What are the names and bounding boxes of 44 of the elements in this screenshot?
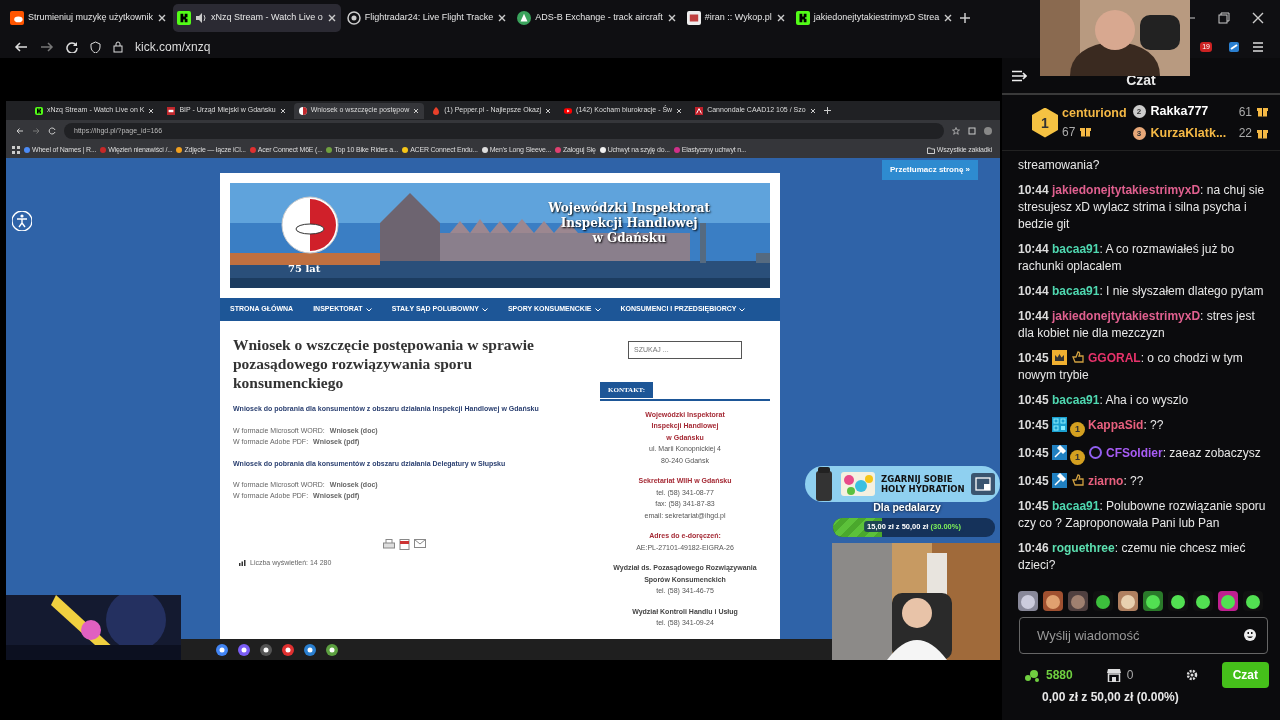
coin-badge: 1 [1070, 450, 1086, 465]
rank-badge: 2 [1132, 105, 1146, 119]
chat-message: 10:45 1 KappaSid: ?? [1018, 417, 1268, 437]
page-title: Wniosek o wszczęcie postępowania w sprawie pozasądowego rozwiązywania sporu konsumenckiego [233, 335, 535, 392]
chat-message: 10:45 bacaa91: Aha i co wyszlo [1018, 392, 1190, 409]
chat-message: 10:45 ziarno: ?? [1018, 473, 1145, 490]
chat-message: 10:46 roguethree: czemu nie chcesz mieć dzieci? [1018, 540, 1247, 574]
gift-count: 61 [1238, 103, 1252, 121]
chat-message: 10:44 bacaa91: I nie słyszałem dlatego pytam [1018, 283, 1265, 300]
ad-text: ZGARNIJ SOBIE [881, 474, 954, 484]
gift-count: 67 [1062, 123, 1076, 141]
coin-badge: 1 [1070, 422, 1086, 437]
translate-button[interactable]: Przetłumacz stronę » [881, 160, 978, 180]
points-count: 5880 [1046, 667, 1073, 684]
goal-title: Dla pedalarzy [872, 500, 942, 515]
banner-title: Wojewódzki Inspektorat [548, 201, 710, 216]
chat-message: 10:44 jakiedonejtytakiestrimyxD: stres jest dla kobiet nie dla mezczyzn [1018, 308, 1256, 342]
username: centuriond [1062, 105, 1127, 123]
chat-message: 10:44 jakiedonejtytakiestrimyxD: na chuj sie stresujesz xD wylacz strima i silna psycha i bedzie git [1018, 182, 1266, 233]
username: Rakka777 [1150, 103, 1210, 121]
rank-badge: 3 [1132, 126, 1146, 140]
chat-message: 10:45 GGORAL: o co chodzi w tym nowym trybie [1018, 350, 1244, 384]
anniversary-text: 75 lat [288, 262, 321, 276]
banner-title: w Gdańsku [591, 231, 667, 246]
browser-tab[interactable]: Strumieniuj muzykę użytkownik [6, 4, 172, 32]
browser-tab[interactable]: xNzq Stream - Watch Live o [173, 4, 341, 32]
chat-message: 10:45 1 CFSoldier: zaeaz zobaczysz [1018, 445, 1268, 465]
browser-tab[interactable]: ADS-B Exchange - track aircraft [513, 4, 681, 32]
chat-message: 10:45 bacaa91: Polubowne rozwiązanie sporu czy co ? Zaproponowała Pani lub Pan [1018, 498, 1267, 532]
goal-text: 0,00 zł z 50,00 zł (0.00%) [1041, 689, 1180, 706]
chat-message: streamowania? [1018, 157, 1101, 174]
username: KurzaKlatk... [1150, 125, 1228, 142]
browser-tab[interactable]: #iran :: Wykop.pl [682, 4, 790, 32]
rank-badge: 1 [1032, 107, 1058, 138]
ad-text: HOLY HYDRATION [881, 484, 965, 494]
browser-tab[interactable]: Flightradar24: Live Flight Tracke [342, 4, 512, 32]
chat-title: Czat [1125, 71, 1157, 90]
gift-count: 22 [1238, 125, 1252, 143]
store-count: 0 [1126, 667, 1134, 684]
banner-title: Inspekcji Handlowej [559, 216, 699, 231]
address-field[interactable]: kick.com/xnzq [135, 38, 211, 56]
browser-tab[interactable]: jakiedonejtytakiestrimyxD Strea [791, 4, 958, 32]
chat-message: 10:44 bacaa91: A co rozmawiałeś już bo rachunki oplacalem [1018, 241, 1236, 275]
message-input[interactable]: Wyślij wiadomość [1019, 617, 1268, 654]
